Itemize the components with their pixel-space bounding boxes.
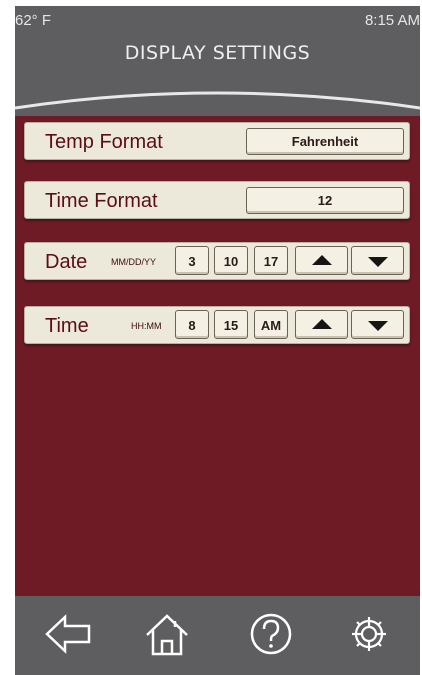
page-title: DISPLAY SETTINGS bbox=[124, 42, 311, 64]
settings-gear-icon bbox=[352, 617, 386, 651]
temp-format-row: Temp Format Fahrenheit bbox=[24, 122, 410, 160]
date-row: Date MM/DD/YY 3 10 17 bbox=[24, 242, 410, 280]
temp-format-label: Temp Format bbox=[45, 131, 163, 153]
time-format-hint: HH:MM bbox=[131, 321, 162, 331]
footer-nav bbox=[15, 596, 420, 675]
date-decrement-button[interactable] bbox=[351, 246, 404, 275]
up-arrow-icon bbox=[311, 318, 332, 329]
device-screen: 62° F 8:15 AM DISPLAY SETTINGS Temp Form… bbox=[15, 6, 420, 675]
time-minute-field[interactable]: 15 bbox=[214, 310, 248, 339]
back-button[interactable] bbox=[41, 608, 97, 660]
time-decrement-button[interactable] bbox=[351, 310, 404, 339]
help-button[interactable] bbox=[243, 608, 299, 660]
down-arrow-icon bbox=[367, 320, 388, 331]
down-arrow-icon bbox=[367, 256, 388, 267]
time-format-button[interactable]: 12 bbox=[246, 187, 404, 214]
time-row: Time HH:MM 8 15 AM bbox=[24, 306, 410, 344]
clock-readout: 8:15 AM bbox=[364, 12, 420, 29]
time-format-label: Time Format bbox=[45, 190, 158, 212]
date-format-hint: MM/DD/YY bbox=[111, 257, 156, 267]
time-hour-field[interactable]: 8 bbox=[175, 310, 209, 339]
date-increment-button[interactable] bbox=[295, 246, 348, 275]
date-month-field[interactable]: 3 bbox=[175, 246, 209, 275]
up-arrow-icon bbox=[311, 254, 332, 265]
help-icon bbox=[250, 613, 292, 655]
settings-button[interactable] bbox=[341, 608, 397, 660]
time-increment-button[interactable] bbox=[295, 310, 348, 339]
temp-format-button[interactable]: Fahrenheit bbox=[246, 128, 404, 155]
date-day-field[interactable]: 10 bbox=[214, 246, 248, 275]
time-label: Time bbox=[45, 315, 89, 337]
home-icon bbox=[146, 614, 188, 656]
back-arrow-icon bbox=[45, 614, 91, 654]
date-year-field[interactable]: 17 bbox=[254, 246, 288, 275]
header-divider-arc bbox=[15, 86, 420, 110]
temperature-readout: 62° F bbox=[15, 12, 52, 29]
time-period-field[interactable]: AM bbox=[254, 310, 288, 339]
date-label: Date bbox=[45, 251, 88, 273]
time-format-row: Time Format 12 bbox=[24, 181, 410, 219]
home-button[interactable] bbox=[139, 608, 195, 660]
